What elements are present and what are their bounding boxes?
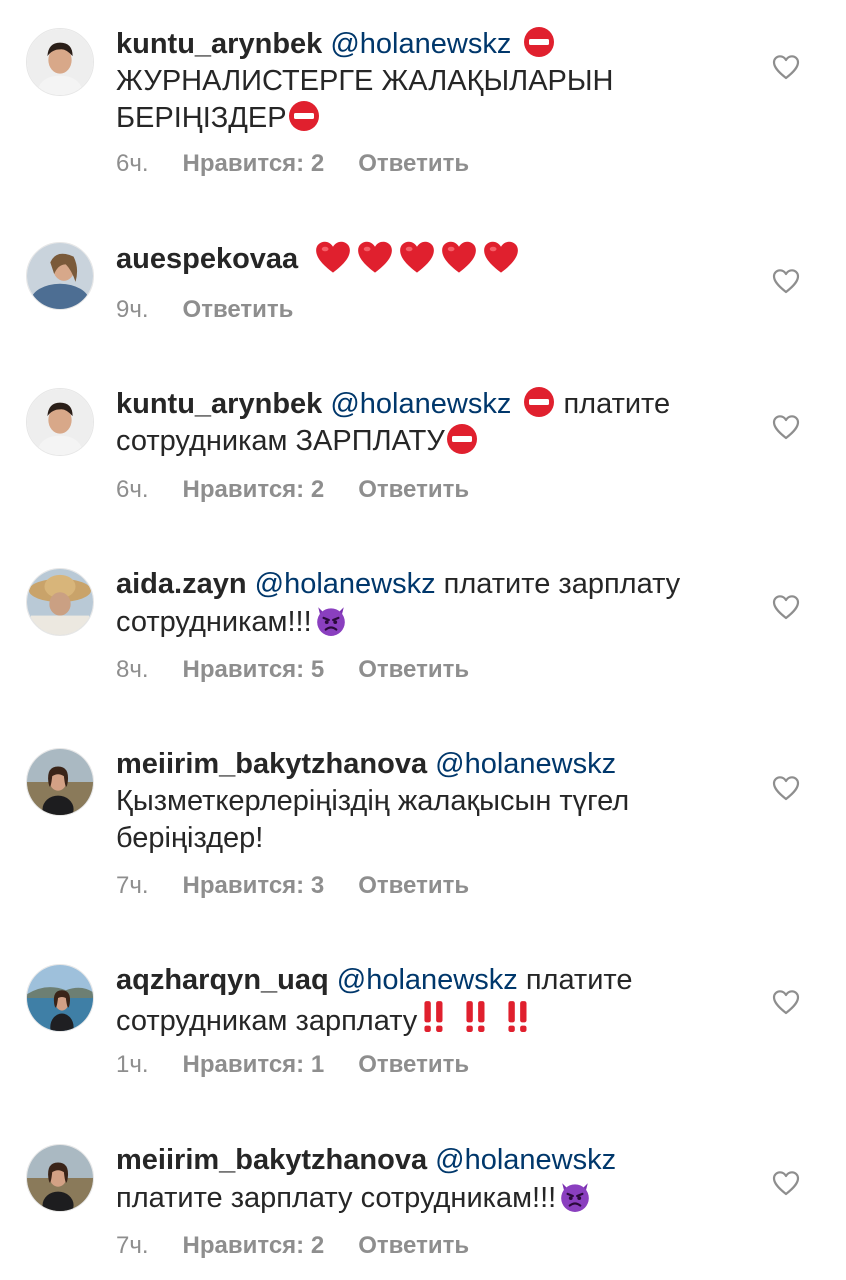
comment-body-line: платите зарплату сотрудникам!!!: [116, 1182, 557, 1214]
avatar-young-man-icon: [27, 389, 93, 455]
comment-username[interactable]: auespekovaa: [116, 243, 298, 275]
like-heart-icon[interactable]: [772, 594, 800, 620]
like-heart-icon[interactable]: [772, 268, 800, 294]
no-entry-emoji-icon: [288, 100, 320, 132]
comment-username[interactable]: aqzharqyn_uaq: [116, 964, 329, 996]
no-entry-emoji-icon: [523, 386, 555, 418]
double-exclamation-emoji-icon: [421, 999, 447, 1033]
comment-username[interactable]: kuntu_arynbek: [116, 388, 322, 420]
comment-body-line: сотрудникам ЗАРПЛАТУ: [116, 425, 445, 457]
comment-body-line: беріңіздер!: [116, 822, 264, 854]
like-heart-icon[interactable]: [772, 54, 800, 80]
comment-mention[interactable]: @holanewskz: [330, 388, 511, 420]
double-exclamation-emoji-icon: [463, 999, 489, 1033]
comment-time: 9ч.: [116, 296, 149, 323]
avatar-woman-landscape-icon: [27, 1145, 93, 1211]
red-heart-emoji-icon: [314, 240, 352, 276]
likes-count[interactable]: Нравится: 5: [183, 656, 325, 683]
comment-body-line: платите: [563, 388, 671, 420]
avatar[interactable]: [26, 28, 94, 96]
comment-body-line: сотрудникам зарплату: [116, 1005, 418, 1037]
comment-body-line: ЖУРНАЛИСТЕРГЕ ЖАЛАҚЫЛАРЫН: [116, 65, 614, 97]
comment-time: 8ч.: [116, 656, 149, 683]
comment-mention[interactable]: @holanewskz: [337, 964, 518, 996]
comment-meta: 6ч. Нравится: 2 Ответить: [116, 150, 503, 178]
likes-count[interactable]: Нравится: 2: [183, 1232, 325, 1259]
comment-mention[interactable]: @holanewskz: [255, 568, 436, 600]
comment-time: 6ч.: [116, 476, 149, 503]
comment-text: meiirim_bakytzhanova @holanewskz платите…: [116, 1142, 746, 1217]
comment-mention[interactable]: @holanewskz: [330, 28, 511, 60]
reply-button[interactable]: Ответить: [358, 1051, 469, 1078]
comment-time: 1ч.: [116, 1051, 149, 1078]
reply-button[interactable]: Ответить: [358, 476, 469, 503]
avatar-woman-landscape-icon: [27, 749, 93, 815]
comment-username[interactable]: kuntu_arynbek: [116, 28, 322, 60]
reply-button[interactable]: Ответить: [358, 872, 469, 899]
comment-meta: 7ч. Нравится: 2 Ответить: [116, 1232, 503, 1260]
comment-time: 7ч.: [116, 872, 149, 899]
avatar[interactable]: [26, 242, 94, 310]
comment-text: auespekovaa: [116, 240, 746, 278]
comment-time: 6ч.: [116, 150, 149, 177]
avatar-woman-sea-icon: [27, 965, 93, 1031]
comment-text: meiirim_bakytzhanova @holanewskz Қызметк…: [116, 746, 746, 857]
comment-meta: 8ч. Нравится: 5 Ответить: [116, 656, 503, 684]
no-entry-emoji-icon: [446, 423, 478, 455]
avatar-woman-denim-icon: [27, 243, 93, 309]
red-heart-emoji-icon: [356, 240, 394, 276]
red-heart-emoji-icon: [440, 240, 478, 276]
comment-text: aqzharqyn_uaq @holanewskz платите сотруд…: [116, 962, 746, 1040]
comment-username[interactable]: meiirim_bakytzhanova: [116, 748, 427, 780]
comment-text: kuntu_arynbek @holanewskz платите сотруд…: [116, 386, 746, 460]
red-heart-emoji-icon: [482, 240, 520, 276]
comment-meta: 1ч. Нравится: 1 Ответить: [116, 1051, 503, 1079]
angry-devil-emoji-icon: [314, 603, 348, 637]
comment-text: kuntu_arynbek @holanewskz ЖУРНАЛИСТЕРГЕ …: [116, 26, 746, 137]
avatar[interactable]: [26, 388, 94, 456]
like-heart-icon[interactable]: [772, 775, 800, 801]
avatar-young-man-icon: [27, 29, 93, 95]
comment-body-line: сотрудникам!!!: [116, 606, 312, 638]
comment-mention[interactable]: @holanewskz: [435, 748, 616, 780]
like-heart-icon[interactable]: [772, 1170, 800, 1196]
avatar[interactable]: [26, 964, 94, 1032]
likes-count[interactable]: Нравится: 2: [183, 476, 325, 503]
comment-body-line: платите: [525, 964, 633, 996]
avatar-woman-hat-icon: [27, 569, 93, 635]
comment-time: 7ч.: [116, 1232, 149, 1259]
reply-button[interactable]: Ответить: [358, 656, 469, 683]
red-heart-emoji-icon: [398, 240, 436, 276]
reply-button[interactable]: Ответить: [358, 150, 469, 177]
comment-username[interactable]: aida.zayn: [116, 568, 247, 600]
avatar[interactable]: [26, 1144, 94, 1212]
comment-username[interactable]: meiirim_bakytzhanova: [116, 1144, 427, 1176]
double-exclamation-emoji-icon: [505, 999, 531, 1033]
comment-meta: 7ч. Нравится: 3 Ответить: [116, 872, 503, 900]
no-entry-emoji-icon: [523, 26, 555, 58]
comment-mention[interactable]: @holanewskz: [435, 1144, 616, 1176]
comment-meta: 6ч. Нравится: 2 Ответить: [116, 476, 503, 504]
comment-body-line: Қызметкерлеріңіздің жалақысын түгел: [116, 785, 630, 817]
comment-body-line: БЕРІҢІЗДЕР: [116, 102, 287, 134]
likes-count[interactable]: Нравится: 2: [183, 150, 325, 177]
angry-devil-emoji-icon: [558, 1179, 592, 1213]
reply-button[interactable]: Ответить: [183, 296, 294, 323]
like-heart-icon[interactable]: [772, 989, 800, 1015]
comment-text: aida.zayn @holanewskz платите зарплату с…: [116, 566, 746, 641]
avatar[interactable]: [26, 748, 94, 816]
avatar[interactable]: [26, 568, 94, 636]
likes-count[interactable]: Нравится: 3: [183, 872, 325, 899]
like-heart-icon[interactable]: [772, 414, 800, 440]
comment-body-line: платите зарплату: [443, 568, 681, 600]
comment-meta: 9ч. Ответить: [116, 296, 327, 324]
likes-count[interactable]: Нравится: 1: [183, 1051, 325, 1078]
reply-button[interactable]: Ответить: [358, 1232, 469, 1259]
